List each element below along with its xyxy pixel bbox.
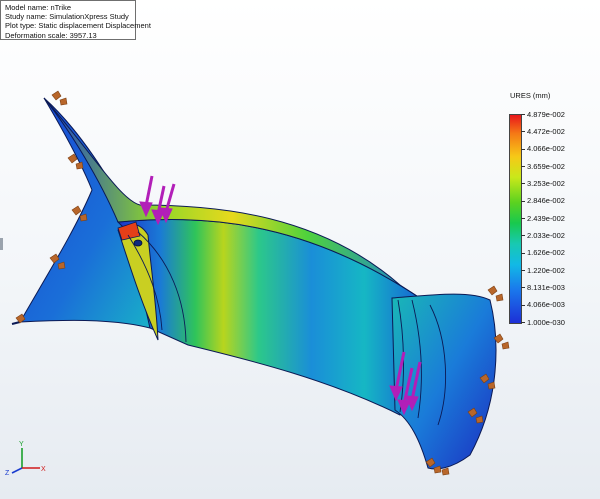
legend-label: 3.253e-002 [527,178,565,188]
legend-label: 2.846e-002 [527,196,565,206]
legend-label: 4.066e-003 [527,300,565,310]
legend-label: 1.626e-002 [527,248,565,258]
legend-tick [521,304,525,306]
legend-tick [521,252,525,254]
legend-label: 8.131e-003 [527,282,565,292]
legend-tick [521,166,525,167]
legend-label: 2.033e-002 [527,230,565,240]
legend-title: URES (mm) [510,91,551,100]
x-axis-label: X [41,466,46,473]
legend-tick [521,131,525,133]
legend-label: 4.066e-002 [527,144,565,154]
legend-label: 4.472e-002 [527,126,565,136]
legend-label: 3.659e-002 [527,161,565,171]
z-axis-label: Z [5,470,10,476]
legend-tick [521,287,525,289]
legend-color-bar [509,114,522,324]
legend-tick [521,270,525,271]
legend-tick [521,322,525,323]
legend-label: 1.220e-002 [527,265,565,275]
z-axis-line [11,467,23,474]
legend-tick [521,200,525,202]
legend-label: 4.879e-002 [527,109,565,119]
legend-tick [521,235,525,237]
axis-triad[interactable]: Y X Z [4,440,46,476]
y-axis-label: Y [19,441,24,448]
legend-tick [521,114,525,115]
deformed-part-model [11,97,497,470]
legend-label: 2.439e-002 [527,213,565,223]
legend-tick [521,183,525,185]
legend-tick [521,148,525,150]
legend-label: 1.000e-030 [527,317,565,327]
mount-hole [133,239,143,247]
legend-tick [521,218,525,219]
